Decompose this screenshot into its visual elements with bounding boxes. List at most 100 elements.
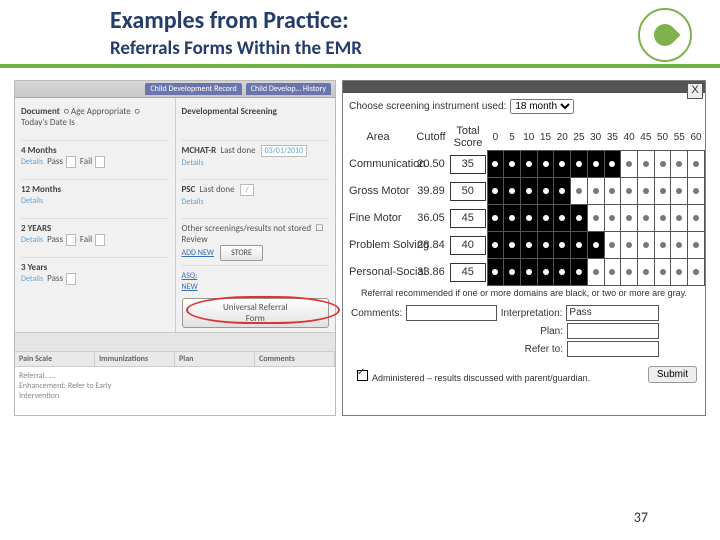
asq-cell (587, 232, 604, 259)
tab-plan[interactable]: Plan (175, 352, 255, 366)
store-button[interactable]: STORE (220, 245, 263, 261)
details-link[interactable]: Details (21, 196, 43, 206)
details-link[interactable]: Details (21, 235, 43, 245)
emr-panel: Child Development Record Child Develop… … (14, 80, 336, 416)
asq-cell (487, 151, 504, 178)
mchat-date: 03/01/2010 (261, 145, 308, 157)
other-screenings: Other screenings/results not stored (182, 223, 312, 234)
close-button[interactable]: X (687, 83, 703, 99)
details-link[interactable]: Details (21, 157, 43, 167)
asq-cell (671, 205, 688, 232)
pcpci-logo (638, 8, 692, 62)
asq-score[interactable]: 50 (450, 182, 486, 201)
asq-cell (537, 205, 554, 232)
asq-area: Personal-Social (343, 259, 413, 286)
asq-cell (654, 205, 671, 232)
plan-input[interactable] (567, 323, 659, 339)
asq-row: Communication20.5035 (343, 151, 705, 178)
asq-cell (637, 205, 654, 232)
asq-score[interactable]: 35 (450, 155, 486, 174)
asq-cell (604, 205, 621, 232)
choose-label: Choose screening instrument used: (349, 101, 506, 112)
asq-cell (487, 232, 504, 259)
comments-field: Comments: Interpretation: Pass (343, 304, 705, 322)
asq-cell (587, 178, 604, 205)
asq-cell (504, 205, 521, 232)
asq-cell (688, 205, 705, 232)
tab-pain-scale[interactable]: Pain Scale (15, 352, 95, 366)
opt-today[interactable]: Today's Date Is (21, 117, 75, 128)
emr-notes-area[interactable]: Referral……Enhancement: Refer to EarlyInt… (15, 366, 335, 415)
panels: Child Development Record Child Develop… … (0, 68, 720, 420)
asq-cell (621, 151, 638, 178)
details-link[interactable]: Details (21, 274, 43, 284)
asq-cell (621, 232, 638, 259)
opt-age[interactable]: Age Appropriate (71, 106, 131, 117)
asq-cell (688, 178, 705, 205)
age-2y: 2 YEARS (21, 223, 51, 234)
instrument-select[interactable]: 18 month (510, 99, 574, 114)
mchat-label: MCHAT-R (182, 145, 217, 156)
asq-score[interactable]: 45 (450, 263, 486, 282)
asq-cell (671, 232, 688, 259)
tab-comments[interactable]: Comments (255, 352, 335, 366)
interpretation-value[interactable]: Pass (566, 305, 659, 321)
asq-cell (621, 205, 638, 232)
asq-area: Problem Solving (343, 232, 413, 259)
col-cutoff: Cutoff (413, 124, 449, 151)
asq-panel: X Choose screening instrument used: 18 m… (342, 80, 706, 416)
asq-area: Gross Motor (343, 178, 413, 205)
asq-row: Personal-Social33.8645 (343, 259, 705, 286)
submit-button[interactable]: Submit (648, 366, 697, 383)
asq-cell (587, 259, 604, 286)
asq-cell (604, 151, 621, 178)
asq-score[interactable]: 45 (450, 209, 486, 228)
comments-input[interactable] (406, 305, 497, 321)
asq-cell (520, 259, 537, 286)
asq-cutoff: 39.89 (413, 178, 449, 205)
asq-cell (487, 178, 504, 205)
asq-cell (654, 178, 671, 205)
asq-new-link[interactable]: ASQ: NEW (182, 271, 198, 292)
asq-cell (487, 259, 504, 286)
asq-cell (571, 232, 588, 259)
asq-cell (587, 151, 604, 178)
asq-cell (520, 205, 537, 232)
dev-screening-header: Developmental Screening (182, 106, 277, 117)
asq-cutoff: 33.86 (413, 259, 449, 286)
asq-cell (654, 151, 671, 178)
asq-cell (504, 259, 521, 286)
asq-cell (688, 151, 705, 178)
slide-title-block: Examples from Practice: Referrals Forms … (0, 0, 720, 68)
emr-tab[interactable]: Child Development Record (145, 83, 241, 95)
asq-cell (587, 205, 604, 232)
asq-cell (520, 232, 537, 259)
asq-cell (671, 151, 688, 178)
asq-cell (604, 259, 621, 286)
asq-cutoff: 36.05 (413, 205, 449, 232)
asq-cell (571, 151, 588, 178)
asq-score[interactable]: 40 (450, 236, 486, 255)
administered-checkbox[interactable] (357, 370, 368, 381)
asq-cell (554, 178, 571, 205)
asq-cell (487, 205, 504, 232)
asq-cell (554, 232, 571, 259)
asq-row: Problem Solving28.8440 (343, 232, 705, 259)
refer-input[interactable] (567, 341, 659, 357)
asq-cell (688, 259, 705, 286)
asq-cell (504, 151, 521, 178)
asq-cell (571, 205, 588, 232)
asq-cell (520, 151, 537, 178)
age-3y: 3 Years (21, 262, 47, 273)
interpretation-label: Interpretation: (501, 308, 563, 319)
emr-tab[interactable]: Child Develop… History (246, 83, 331, 95)
asq-cell (604, 178, 621, 205)
asq-choose-row: Choose screening instrument used: 18 mon… (343, 93, 705, 124)
asq-cell (571, 178, 588, 205)
tab-immunizations[interactable]: Immunizations (95, 352, 175, 366)
age-4m: 4 Months (21, 145, 57, 156)
slide-subtitle: Referrals Forms Within the EMR (110, 37, 700, 60)
universal-referral-form-button[interactable]: Universal Referral Form (182, 298, 330, 328)
plan-label: Plan: (540, 326, 563, 337)
add-new-link[interactable]: ADD NEW (182, 248, 214, 258)
